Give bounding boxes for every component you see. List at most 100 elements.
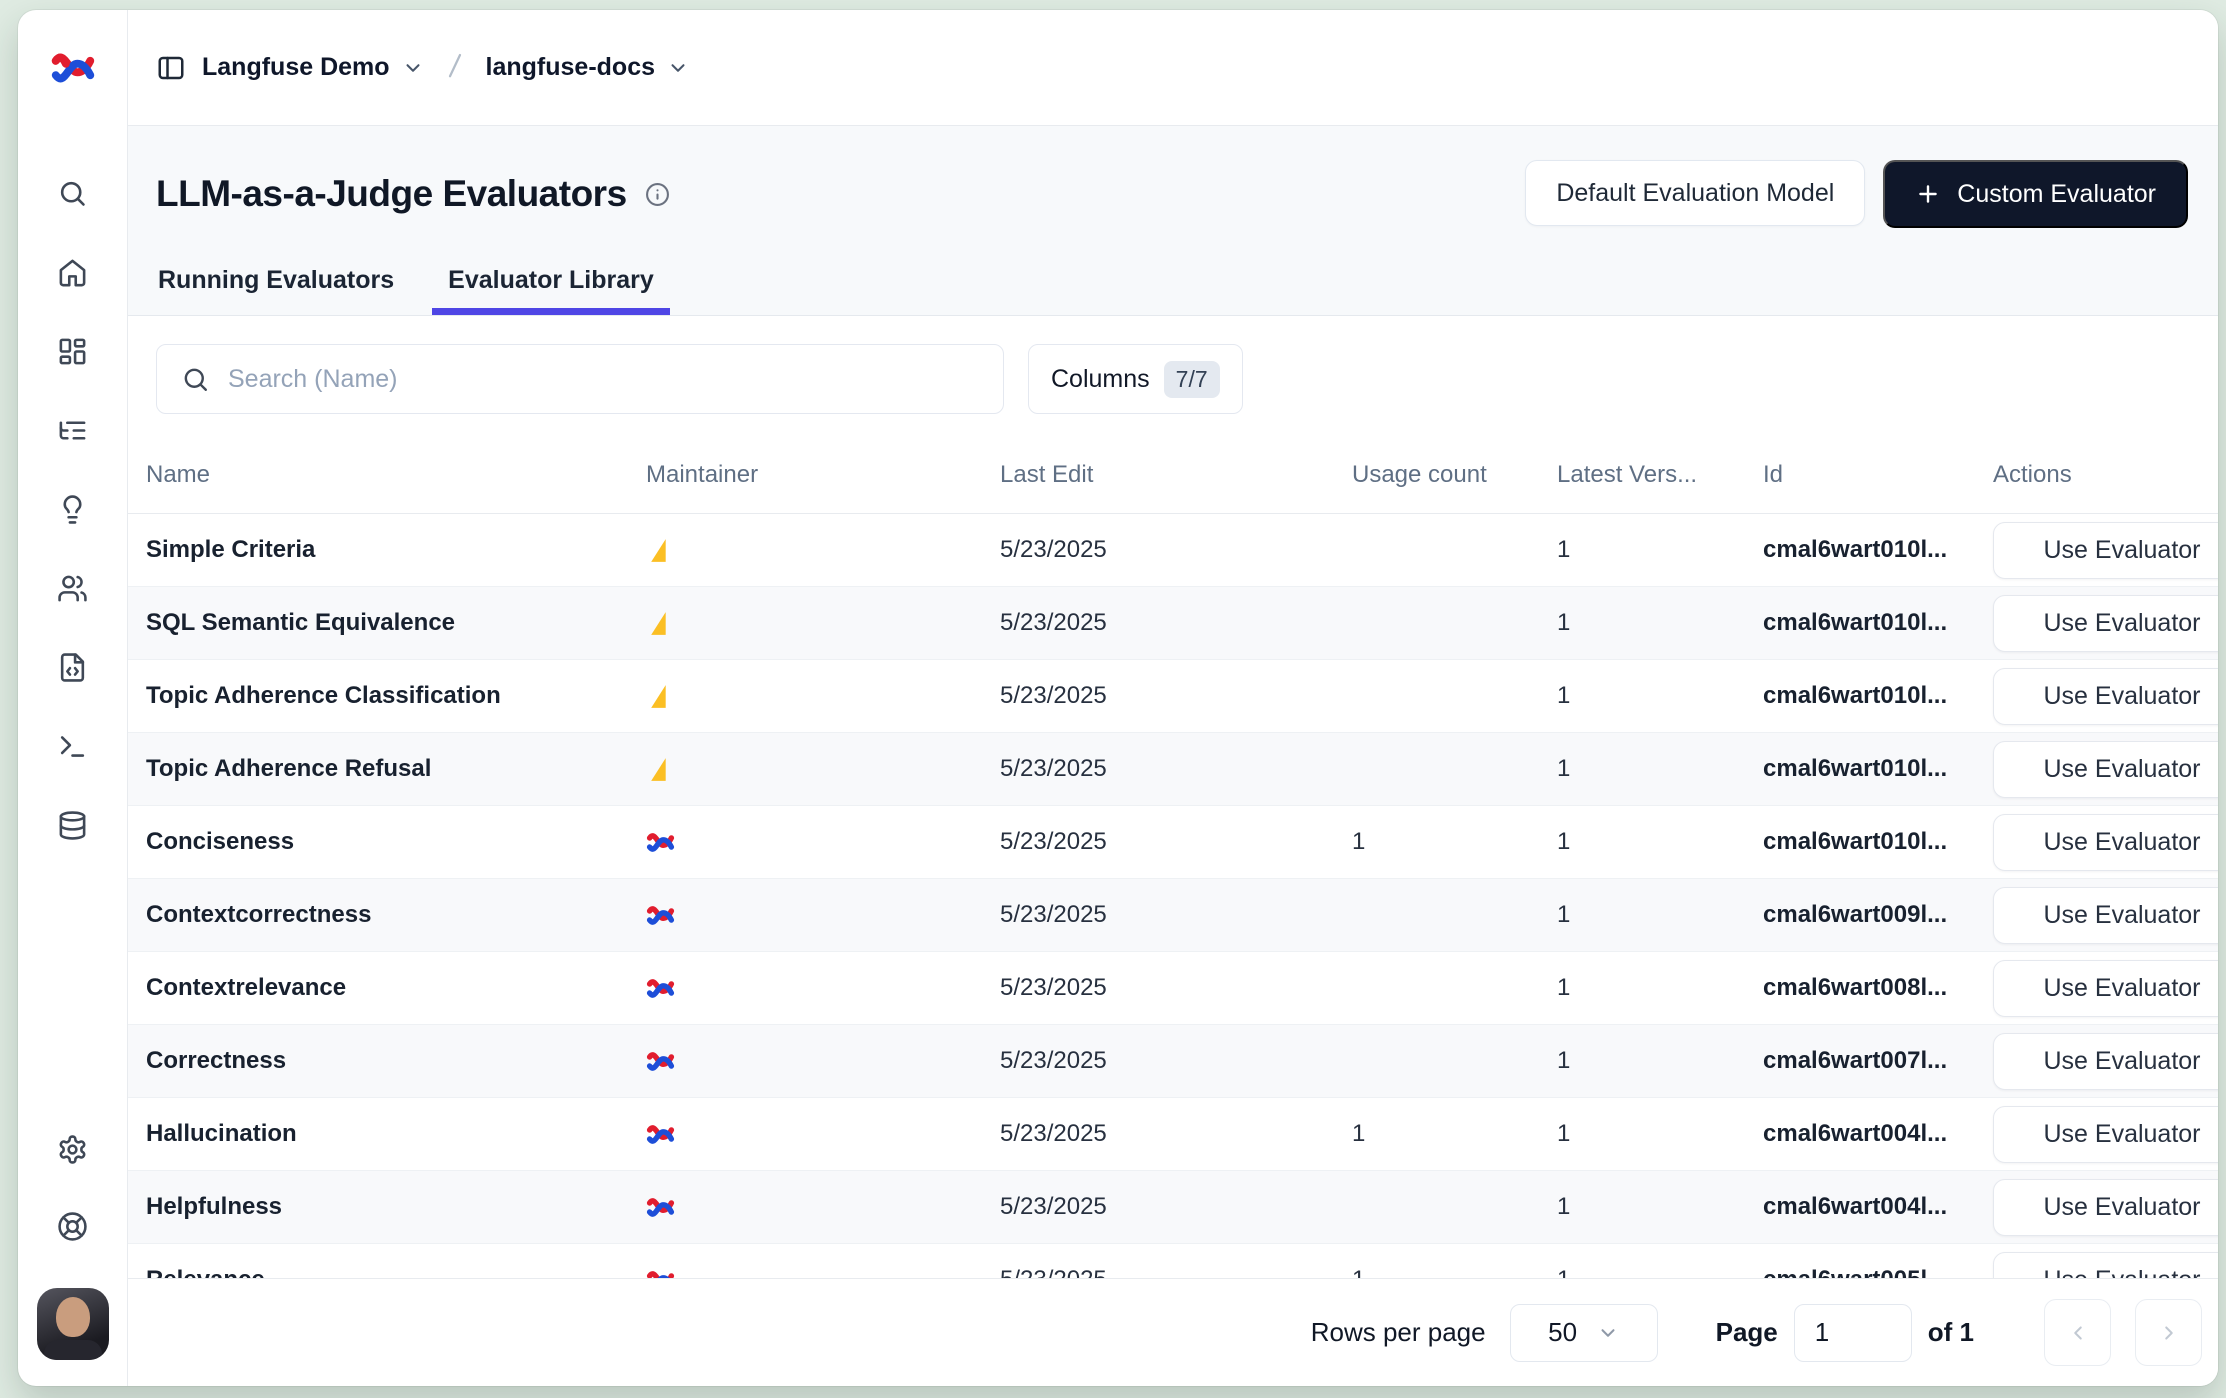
table-row[interactable]: Hallucination 5/23/2025 1 1 cmal6wart004… [128,1098,2218,1171]
table-row[interactable]: Topic Adherence Classification 5/23/2025… [128,660,2218,733]
latest-version: 1 [1557,828,1763,856]
use-evaluator-button[interactable]: Use Evaluator [1993,887,2218,944]
table-row[interactable]: Contextrelevance 5/23/2025 1 cmal6wart00… [128,952,2218,1025]
settings-gear-icon[interactable] [57,1134,88,1165]
table-row[interactable]: Simple Criteria 5/23/2025 1 cmal6wart010… [128,514,2218,587]
prompts-file-code-icon[interactable] [57,652,88,683]
use-evaluator-button[interactable]: Use Evaluator [1993,668,2218,725]
column-header-name[interactable]: Name [146,461,646,489]
page-number-input[interactable] [1794,1304,1912,1362]
maintainer-cell [646,901,1000,930]
use-evaluator-button[interactable]: Use Evaluator [1993,1033,2218,1090]
evaluator-name: Relevance [146,1266,646,1278]
latest-version: 1 [1557,1266,1763,1278]
default-evaluation-model-button[interactable]: Default Evaluation Model [1525,160,1865,226]
search-box[interactable] [156,344,1004,414]
table-row[interactable]: Correctness 5/23/2025 1 cmal6wart007l...… [128,1025,2218,1098]
langfuse-logo[interactable] [18,10,127,126]
last-edit-date: 5/23/2025 [1000,1266,1352,1278]
plus-icon [1915,181,1941,207]
actions-cell: Use Evaluator [1993,595,2218,652]
maintainer-cell [646,828,1000,857]
datasets-database-icon[interactable] [57,810,88,841]
latest-version: 1 [1557,901,1763,929]
home-icon[interactable] [57,257,88,288]
table-row[interactable]: Contextcorrectness 5/23/2025 1 cmal6wart… [128,879,2218,952]
support-lifebuoy-icon[interactable] [57,1211,88,1242]
langfuse-maintainer-icon [646,974,1000,1003]
top-navigation: Langfuse Demo langfuse-docs [128,10,2218,126]
latest-version: 1 [1557,1120,1763,1148]
user-avatar[interactable] [37,1288,109,1360]
tracing-tree-icon[interactable] [57,415,88,446]
evaluator-name: Simple Criteria [146,536,646,564]
page-label: Page [1716,1317,1778,1348]
langfuse-maintainer-icon [646,1193,1000,1222]
tab-evaluator-library[interactable]: Evaluator Library [446,266,656,315]
column-header-latest-version[interactable]: Latest Vers... [1557,461,1763,489]
previous-page-button[interactable] [2044,1299,2111,1366]
project-name: langfuse-docs [486,53,655,82]
table-row[interactable]: Relevance 5/23/2025 1 1 cmal6wart005l...… [128,1244,2218,1278]
sidebar-bottom [37,1134,109,1386]
use-evaluator-button[interactable]: Use Evaluator [1993,522,2218,579]
main-area: Langfuse Demo langfuse-docs LLM-as-a-Jud… [128,10,2218,1386]
search-input[interactable] [228,365,979,394]
langfuse-maintainer-icon [646,1120,1000,1149]
last-edit-date: 5/23/2025 [1000,682,1352,710]
info-icon[interactable] [645,182,670,207]
use-evaluator-button[interactable]: Use Evaluator [1993,1106,2218,1163]
last-edit-date: 5/23/2025 [1000,828,1352,856]
maintainer-cell [646,755,1000,784]
project-switcher[interactable]: langfuse-docs [486,53,689,82]
use-evaluator-button[interactable]: Use Evaluator [1993,814,2218,871]
chevron-down-icon [402,57,424,79]
langfuse-maintainer-icon [646,1266,1000,1279]
ragas-maintainer-icon [646,536,1000,565]
use-evaluator-button[interactable]: Use Evaluator [1993,1252,2218,1279]
use-evaluator-button[interactable]: Use Evaluator [1993,960,2218,1017]
table-row[interactable]: Conciseness 5/23/2025 1 1 cmal6wart010l.… [128,806,2218,879]
last-edit-date: 5/23/2025 [1000,1120,1352,1148]
users-icon[interactable] [57,573,88,604]
dashboard-icon[interactable] [57,336,88,367]
column-header-last-edit[interactable]: Last Edit [1000,461,1352,489]
custom-evaluator-label: Custom Evaluator [1957,180,2156,209]
use-evaluator-button[interactable]: Use Evaluator [1993,1179,2218,1236]
maintainer-cell [646,1120,1000,1149]
column-header-maintainer[interactable]: Maintainer [646,461,1000,489]
actions-cell: Use Evaluator [1993,1252,2218,1279]
chevron-down-icon [1597,1322,1619,1344]
table-row[interactable]: SQL Semantic Equivalence 5/23/2025 1 cma… [128,587,2218,660]
page-header: LLM-as-a-Judge Evaluators Default Evalua… [128,126,2218,316]
maintainer-cell [646,1266,1000,1279]
actions-cell: Use Evaluator [1993,668,2218,725]
org-switcher[interactable]: Langfuse Demo [202,53,424,82]
usage-count: 1 [1352,1266,1557,1278]
sidebar-toggle-icon[interactable] [156,53,186,83]
column-header-actions: Actions [1993,461,2218,489]
search-icon[interactable] [57,178,88,209]
last-edit-date: 5/23/2025 [1000,1193,1352,1221]
column-header-id[interactable]: Id [1763,461,1993,489]
rows-per-page-label: Rows per page [1311,1317,1486,1348]
last-edit-date: 5/23/2025 [1000,536,1352,564]
pagination-bar: Rows per page 50 Page of 1 [128,1278,2218,1386]
columns-button[interactable]: Columns 7/7 [1028,344,1243,414]
table-row[interactable]: Helpfulness 5/23/2025 1 cmal6wart004l...… [128,1171,2218,1244]
table-row[interactable]: Topic Adherence Refusal 5/23/2025 1 cmal… [128,733,2218,806]
ragas-maintainer-icon [646,609,1000,638]
playground-terminal-icon[interactable] [57,731,88,762]
use-evaluator-button[interactable]: Use Evaluator [1993,741,2218,798]
rows-per-page-select[interactable]: 50 [1510,1304,1658,1362]
evaluator-name: SQL Semantic Equivalence [146,609,646,637]
rows-per-page-value: 50 [1548,1317,1577,1348]
custom-evaluator-button[interactable]: Custom Evaluator [1883,160,2188,228]
use-evaluator-button[interactable]: Use Evaluator [1993,595,2218,652]
next-page-button[interactable] [2135,1299,2202,1366]
tab-running-evaluators[interactable]: Running Evaluators [156,266,396,315]
column-header-usage-count[interactable]: Usage count [1352,461,1557,489]
app-window: Langfuse Demo langfuse-docs LLM-as-a-Jud… [18,10,2218,1386]
evaluation-lightbulb-icon[interactable] [57,494,88,525]
latest-version: 1 [1557,974,1763,1002]
